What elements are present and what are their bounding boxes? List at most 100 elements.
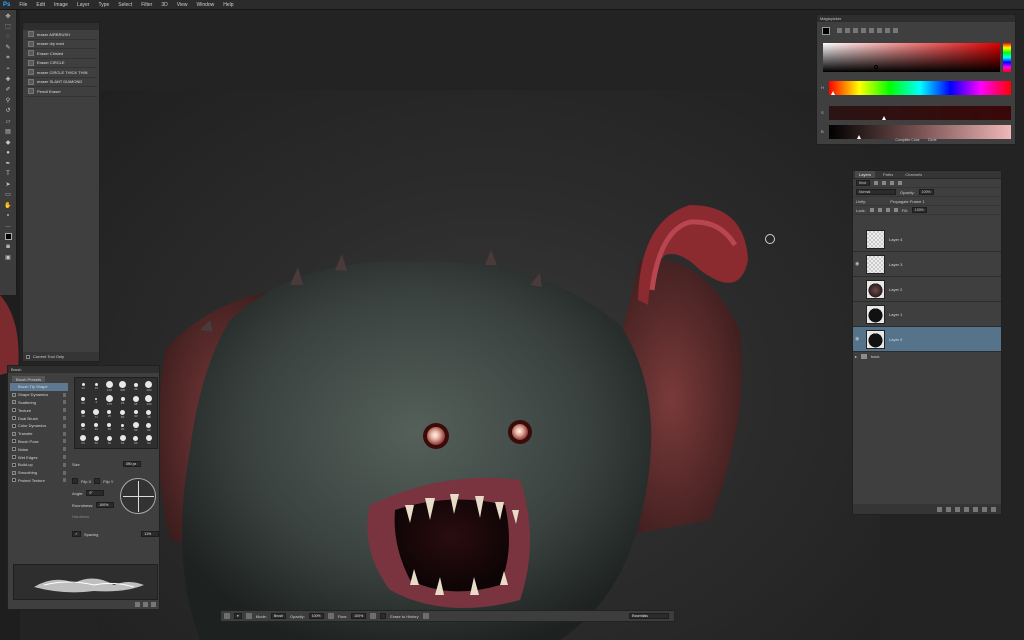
layer-group[interactable]: ▸ back bbox=[853, 352, 1001, 360]
tool-preset-item[interactable]: Eraser CIRCLE bbox=[25, 59, 97, 68]
brush-tip-cell[interactable]: 65 bbox=[130, 394, 142, 407]
circle-button[interactable]: Circle bbox=[928, 138, 937, 144]
filter-adjustment-icon[interactable] bbox=[882, 181, 886, 185]
brush-tip-cell[interactable]: 63 bbox=[130, 421, 142, 433]
flip-x-checkbox[interactable] bbox=[72, 478, 78, 484]
hue-slider[interactable] bbox=[829, 81, 1011, 95]
lock-transparent-icon[interactable] bbox=[869, 208, 874, 212]
airbrush-icon[interactable] bbox=[370, 613, 377, 619]
brush-option-item[interactable]: Color Dynamics bbox=[10, 422, 68, 430]
mode-select[interactable]: Brush bbox=[270, 613, 287, 619]
color-mode-icon[interactable] bbox=[877, 28, 882, 33]
brush-tip-cell[interactable]: 71 bbox=[90, 408, 102, 420]
brush-option-item[interactable]: Protect Texture bbox=[10, 477, 68, 485]
tab-channels[interactable]: Channels bbox=[901, 171, 926, 178]
brush-tip-cell[interactable]: 19 bbox=[90, 380, 102, 393]
pressure-opacity-icon[interactable] bbox=[327, 613, 334, 619]
lock-icon[interactable] bbox=[63, 416, 66, 421]
brush-tip-cell[interactable]: 4 bbox=[90, 394, 102, 407]
menu-window[interactable]: Window bbox=[196, 2, 214, 8]
gradient-tool-icon[interactable]: ▤ bbox=[3, 127, 14, 136]
hue-slider-thumb[interactable] bbox=[830, 91, 835, 95]
brush-tip-cell[interactable]: 50 bbox=[117, 408, 129, 420]
brightness-slider[interactable] bbox=[829, 125, 1011, 139]
lock-icon[interactable] bbox=[63, 423, 66, 428]
saturation-slider-thumb[interactable] bbox=[882, 116, 887, 120]
pressure-size-icon[interactable] bbox=[422, 613, 429, 619]
brush-option-item[interactable]: Build-up bbox=[10, 461, 68, 469]
brush-option-checkbox[interactable]: ✓ bbox=[12, 470, 16, 475]
brush-option-item[interactable]: ✓ Scattering bbox=[10, 399, 68, 407]
lock-pixels-icon[interactable] bbox=[877, 208, 882, 212]
layer-row[interactable]: Layer 1 bbox=[853, 302, 1001, 327]
tool-preset-item[interactable]: eraser dry med bbox=[25, 40, 97, 49]
path-select-tool-icon[interactable]: ➤ bbox=[3, 180, 14, 189]
lock-icon[interactable] bbox=[63, 408, 66, 413]
color-selection-marker[interactable] bbox=[874, 65, 878, 69]
brush-option-item[interactable]: Brush Pose bbox=[10, 438, 68, 446]
brush-roundness-field[interactable]: 100% bbox=[96, 502, 115, 508]
crop-tool-icon[interactable]: ⌗ bbox=[3, 54, 14, 63]
pen-tool-icon[interactable]: ✒ bbox=[3, 159, 14, 168]
brush-tip-cell[interactable]: 48 bbox=[143, 408, 155, 420]
blend-mode-select[interactable]: Normal bbox=[856, 189, 896, 195]
brush-tip-cell[interactable]: 60 bbox=[130, 434, 142, 446]
document-canvas[interactable] bbox=[98, 90, 880, 640]
group-expand-icon[interactable]: ▸ bbox=[855, 354, 857, 359]
toggle-live-tip-icon[interactable] bbox=[135, 602, 140, 607]
lock-icon[interactable] bbox=[63, 439, 66, 444]
menu-3d[interactable]: 3D bbox=[161, 2, 167, 8]
new-brush-icon[interactable] bbox=[151, 602, 156, 607]
brush-option-checkbox[interactable] bbox=[12, 416, 16, 421]
lock-icon[interactable] bbox=[63, 431, 66, 436]
delete-layer-icon[interactable] bbox=[991, 506, 996, 512]
visibility-eye-icon[interactable]: ◉ bbox=[855, 261, 862, 267]
color-mode-icon[interactable] bbox=[853, 28, 858, 33]
brush-tool-icon[interactable]: ✐ bbox=[3, 85, 14, 94]
options-opacity-field[interactable]: 100% bbox=[308, 613, 324, 619]
lock-icon[interactable] bbox=[63, 447, 66, 452]
brush-panel-toggle-icon[interactable] bbox=[245, 613, 252, 619]
brush-spacing-field[interactable]: 11% bbox=[141, 531, 160, 537]
propagate-frame-label[interactable]: Propagate Frame 1 bbox=[890, 199, 924, 204]
brush-tip-cell[interactable]: 100 bbox=[143, 394, 155, 407]
add-mask-icon[interactable] bbox=[955, 506, 960, 512]
menu-filter[interactable]: Filter bbox=[141, 2, 152, 8]
lock-icon[interactable] bbox=[63, 478, 66, 483]
eyedropper-tool-icon[interactable]: ⌁ bbox=[3, 64, 14, 73]
brush-tip-cell[interactable]: 60 bbox=[103, 434, 115, 446]
flip-y-checkbox[interactable] bbox=[94, 478, 101, 484]
menu-edit[interactable]: Edit bbox=[36, 2, 45, 8]
color-mode-icon[interactable] bbox=[869, 28, 874, 33]
brush-option-item[interactable]: Wet Edges bbox=[10, 453, 68, 461]
hue-strip[interactable] bbox=[1003, 43, 1011, 72]
menu-view[interactable]: View bbox=[177, 2, 188, 8]
brush-size-picker[interactable]: ▾ bbox=[234, 613, 242, 619]
layer-style-icon[interactable] bbox=[946, 506, 951, 512]
lock-position-icon[interactable] bbox=[885, 208, 890, 212]
brush-angle-field[interactable]: 0° bbox=[86, 490, 105, 496]
brush-option-checkbox[interactable] bbox=[12, 447, 16, 452]
tool-preset-item[interactable]: Eraser Chisled bbox=[25, 49, 97, 59]
brush-option-checkbox[interactable] bbox=[12, 423, 16, 428]
brush-tip-cell[interactable]: 20 bbox=[117, 421, 129, 433]
color-mode-icon[interactable] bbox=[845, 28, 850, 33]
fill-field[interactable]: 100% bbox=[911, 207, 927, 213]
brush-tip-cell[interactable]: 300 bbox=[117, 380, 129, 393]
quick-mask-icon[interactable]: ◙ bbox=[3, 243, 14, 252]
brush-tip-cell[interactable]: 25 bbox=[77, 394, 89, 407]
menu-select[interactable]: Select bbox=[118, 2, 132, 8]
brush-presets-button[interactable]: Brush Presets bbox=[12, 376, 46, 382]
menu-type[interactable]: Type bbox=[98, 2, 109, 8]
tool-preset-item[interactable]: Pencil Eraser bbox=[25, 87, 97, 97]
menu-image[interactable]: Image bbox=[54, 2, 68, 8]
blur-tool-icon[interactable]: ◆ bbox=[3, 138, 14, 147]
shape-tool-icon[interactable]: ▭ bbox=[3, 190, 14, 199]
brush-option-checkbox[interactable] bbox=[12, 462, 16, 467]
dodge-tool-icon[interactable]: ● bbox=[3, 148, 14, 157]
brush-tip-cell[interactable]: 40 bbox=[130, 408, 142, 420]
screen-mode-icon[interactable]: ▣ bbox=[3, 253, 14, 262]
lock-icon[interactable] bbox=[63, 470, 66, 475]
brush-option-item[interactable]: Brush Tip Shape bbox=[10, 383, 68, 391]
lasso-tool-icon[interactable]: ◌ bbox=[3, 33, 14, 42]
